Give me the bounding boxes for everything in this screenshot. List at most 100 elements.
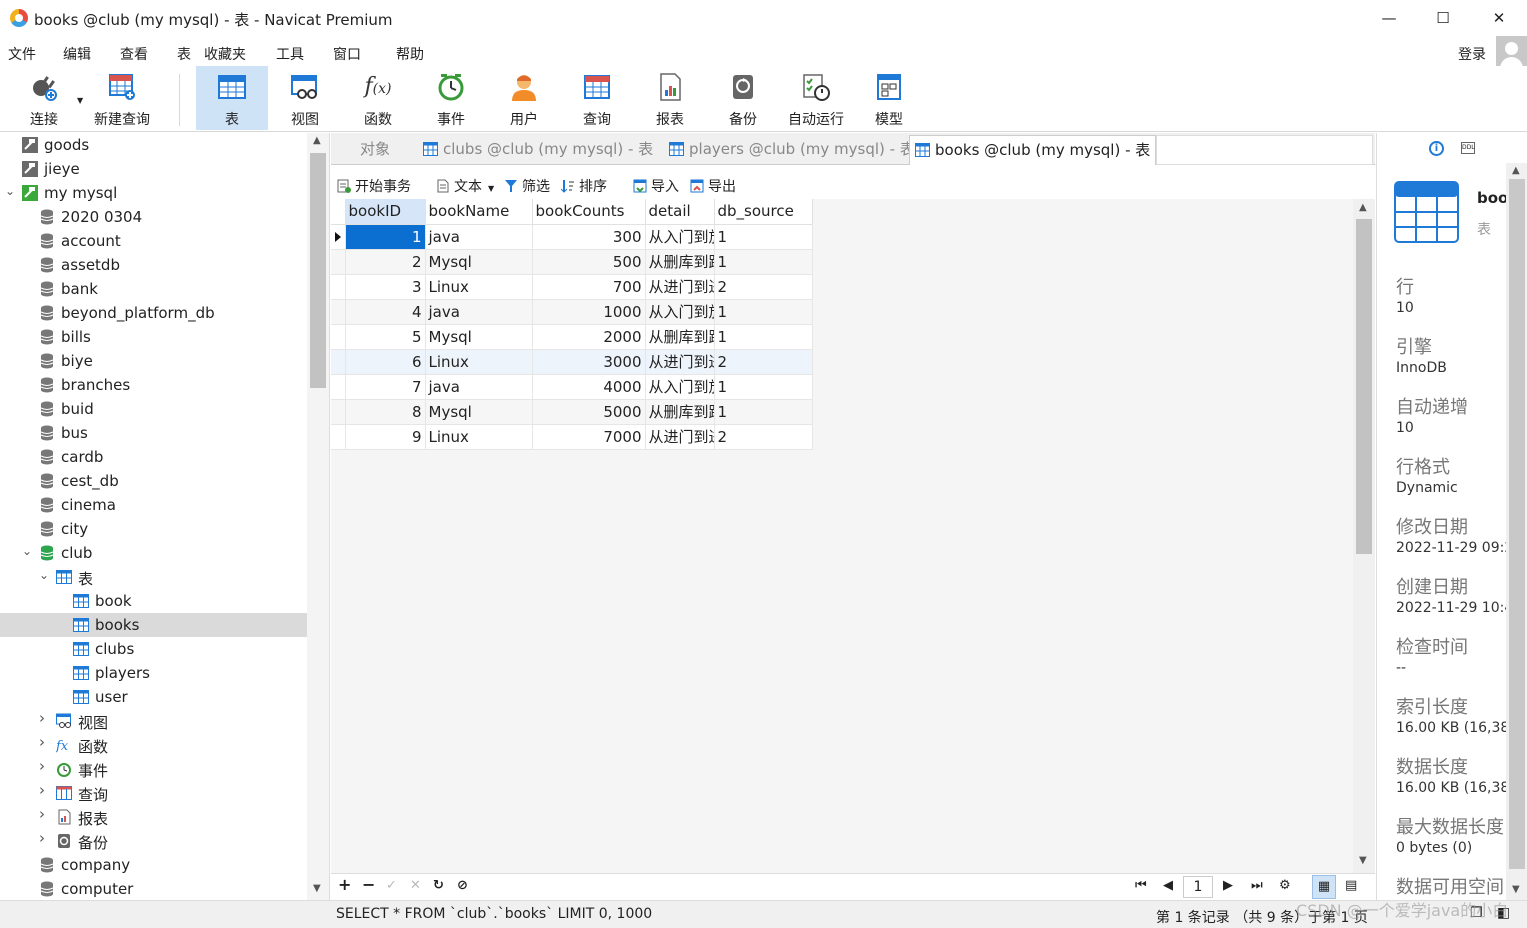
cell-bookid[interactable]: 9 (345, 424, 426, 450)
tree-item-computer[interactable]: computer (0, 877, 307, 900)
menu-help[interactable]: 帮助 (396, 44, 424, 64)
chevron-right-icon[interactable]: › (39, 757, 45, 775)
scroll-up-icon[interactable]: ▲ (313, 135, 321, 146)
begin-transaction-button[interactable]: 开始事务 (337, 176, 411, 196)
cell-bookcounts[interactable]: 3000 (532, 349, 646, 375)
add-record-button[interactable]: + (338, 875, 351, 894)
cell-detail[interactable]: 从入门到放 (645, 224, 715, 250)
toolbar-model-button[interactable]: 模型 (853, 66, 925, 130)
cell-bookname[interactable]: Mysql (425, 249, 533, 275)
tree-item-cinema[interactable]: cinema (0, 493, 307, 517)
menu-edit[interactable]: 编辑 (63, 44, 91, 64)
cell-bookcounts[interactable]: 700 (532, 274, 646, 300)
cell-bookname[interactable]: java (425, 224, 533, 250)
tree-item-company[interactable]: company (0, 853, 307, 877)
tab-clubs[interactable]: clubs @club (my mysql) - 表 (423, 135, 653, 165)
menu-window[interactable]: 窗口 (333, 44, 361, 64)
tree-item-bank[interactable]: bank (0, 277, 307, 301)
tab-players[interactable]: players @club (my mysql) - 表 (669, 135, 915, 165)
tree-item-cest-db[interactable]: cest_db (0, 469, 307, 493)
column-header-bookid[interactable]: bookID (345, 199, 426, 225)
tab-books[interactable]: books @club (my mysql) - 表 (909, 135, 1156, 165)
toolbar-function-button[interactable]: f(x) 函数 (342, 66, 414, 130)
cell-bookid[interactable]: 5 (345, 324, 426, 350)
ddl-icon[interactable]: DDL (1461, 142, 1475, 154)
scroll-up-icon[interactable]: ▲ (1359, 202, 1367, 213)
cell-bookname[interactable]: Mysql (425, 324, 533, 350)
tree-item-books[interactable]: books (0, 613, 307, 637)
connect-dropdown-icon[interactable]: ▼ (77, 96, 83, 105)
toolbar-user-button[interactable]: 用户 (488, 66, 560, 130)
tree-item-cardb[interactable]: cardb (0, 445, 307, 469)
cell-detail[interactable]: 从入门到放 (645, 374, 715, 400)
tab-objects[interactable]: 对象 (360, 135, 390, 165)
new-query-button[interactable]: 新建查询 (86, 66, 158, 130)
cell-detail[interactable]: 从删库到跑 (645, 324, 715, 350)
cell-db-source[interactable]: 2 (714, 349, 813, 375)
tree-item-functions[interactable]: › fx 函数 (0, 733, 307, 757)
cell-detail[interactable]: 从进门到进 (645, 274, 715, 300)
table-row[interactable]: 1java300从入门到放1 (331, 224, 813, 250)
settings-gear-icon[interactable]: ⚙ (1279, 878, 1291, 893)
cell-bookid[interactable]: 6 (345, 349, 426, 375)
toolbar-backup-button[interactable]: 备份 (707, 66, 779, 130)
last-page-icon[interactable]: ⏭ (1251, 878, 1263, 893)
tree-item-clubs[interactable]: clubs (0, 637, 307, 661)
cell-db-source[interactable]: 2 (714, 424, 813, 450)
row-marker[interactable] (331, 299, 346, 325)
cell-bookname[interactable]: Linux (425, 274, 533, 300)
row-marker[interactable] (331, 399, 346, 425)
cell-bookcounts[interactable]: 2000 (532, 324, 646, 350)
table-row[interactable]: 6Linux3000从进门到进2 (331, 349, 813, 375)
first-page-icon[interactable]: ⏮ (1135, 878, 1147, 893)
stop-icon[interactable]: ⊘ (457, 878, 468, 893)
delete-record-button[interactable]: − (362, 875, 375, 894)
toolbar-query-button[interactable]: 查询 (561, 66, 633, 130)
cell-db-source[interactable]: 1 (714, 224, 813, 250)
tree-item-user[interactable]: user (0, 685, 307, 709)
menu-table[interactable]: 表 (177, 44, 191, 64)
row-marker[interactable] (331, 374, 346, 400)
cell-bookid[interactable]: 2 (345, 249, 426, 275)
toolbar-table-button[interactable]: 表 (196, 66, 268, 130)
cell-detail[interactable]: 从进门到进 (645, 424, 715, 450)
row-marker[interactable] (331, 349, 346, 375)
tree-item-jieye[interactable]: jieye (0, 157, 307, 181)
scroll-down-icon[interactable]: ▼ (313, 883, 321, 894)
cell-bookid[interactable]: 1 (345, 224, 426, 250)
tree-item-players[interactable]: players (0, 661, 307, 685)
tree-item-goods[interactable]: goods (0, 133, 307, 157)
menu-favorites[interactable]: 收藏夹 (204, 44, 246, 64)
cell-bookcounts[interactable]: 4000 (532, 374, 646, 400)
import-button[interactable]: 导入 (633, 176, 679, 196)
tree-item-tables[interactable]: ⌄ 表 (0, 565, 307, 589)
form-view-icon[interactable]: ▤ (1345, 878, 1357, 893)
grid-scrollbar[interactable]: ▲ ▼ (1353, 199, 1375, 873)
cell-bookname[interactable]: java (425, 374, 533, 400)
tree-item-my-mysql[interactable]: ⌄ my mysql (0, 181, 307, 205)
tree-scrollbar[interactable]: ▲ ▼ (307, 133, 329, 900)
cell-bookcounts[interactable]: 1000 (532, 299, 646, 325)
column-header-bookname[interactable]: bookName (425, 199, 533, 225)
cell-db-source[interactable]: 1 (714, 324, 813, 350)
refresh-icon[interactable]: ↻ (433, 878, 444, 893)
info-scroll-thumb[interactable] (1509, 179, 1525, 869)
cell-bookname[interactable]: Mysql (425, 399, 533, 425)
grid-view-icon[interactable]: ▦ (1312, 875, 1336, 899)
tree-item-queries[interactable]: › 查询 (0, 781, 307, 805)
table-row[interactable]: 7java4000从入门到放1 (331, 374, 813, 400)
tree-item-biye[interactable]: biye (0, 349, 307, 373)
cell-bookcounts[interactable]: 7000 (532, 424, 646, 450)
tree-item-reports[interactable]: › 报表 (0, 805, 307, 829)
tree-item-backups[interactable]: › 备份 (0, 829, 307, 853)
chevron-right-icon[interactable]: › (39, 805, 45, 823)
tree-scroll-thumb[interactable] (310, 153, 326, 388)
cell-bookcounts[interactable]: 5000 (532, 399, 646, 425)
apply-changes-button[interactable]: ✓ (386, 878, 397, 893)
tree-item-assetdb[interactable]: assetdb (0, 253, 307, 277)
toolbar-view-button[interactable]: 视图 (269, 66, 341, 130)
cell-db-source[interactable]: 1 (714, 249, 813, 275)
cell-db-source[interactable]: 1 (714, 399, 813, 425)
grid-scroll-thumb[interactable] (1356, 219, 1372, 554)
chevron-down-icon[interactable]: ⌄ (39, 568, 49, 582)
